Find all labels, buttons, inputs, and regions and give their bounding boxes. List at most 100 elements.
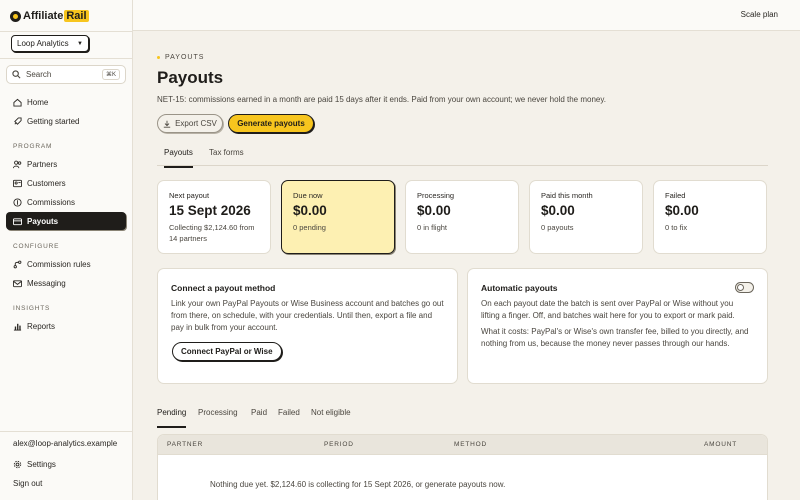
id-card-icon bbox=[13, 179, 22, 187]
column-header-amount[interactable]: AMOUNT bbox=[704, 441, 737, 448]
plan-label[interactable]: Scale plan bbox=[741, 10, 778, 19]
stat-card-paid-this-month[interactable]: Paid this month $0.00 0 payouts bbox=[529, 180, 643, 254]
tab-paid[interactable]: Paid bbox=[251, 408, 267, 417]
mail-icon bbox=[13, 279, 22, 287]
column-header-partner[interactable]: PARTNER bbox=[167, 441, 203, 448]
stat-sub: 0 pending bbox=[293, 223, 326, 232]
connect-paypal-wise-button[interactable]: Connect PayPal or Wise bbox=[172, 342, 282, 361]
section-label-insights: INSIGHTS bbox=[13, 305, 51, 312]
chart-icon bbox=[13, 323, 22, 331]
stat-value: 15 Sept 2026 bbox=[169, 203, 251, 218]
export-csv-button[interactable]: Export CSV bbox=[157, 114, 223, 133]
section-label-program: PROGRAM bbox=[13, 143, 53, 150]
payouts-table: PARTNER PERIOD METHOD AMOUNT Nothing due… bbox=[157, 434, 768, 500]
workspace-name: Loop Analytics bbox=[17, 39, 69, 48]
status-tabs: Pending Processing Paid Failed Not eligi… bbox=[157, 404, 768, 428]
connect-button-label: Connect PayPal or Wise bbox=[181, 347, 273, 356]
stat-label: Failed bbox=[665, 191, 686, 200]
connect-body: Link your own PayPal Payouts or Wise Bus… bbox=[171, 299, 444, 332]
stat-card-failed[interactable]: Failed $0.00 0 to fix bbox=[653, 180, 767, 254]
logo-text-left: Affiliate bbox=[23, 10, 64, 22]
sidebar-item-home[interactable]: Home bbox=[6, 93, 126, 111]
auto-title: Automatic payouts bbox=[481, 283, 558, 293]
sign-out-link[interactable]: Sign out bbox=[6, 474, 126, 492]
user-email: alex@loop-analytics.example bbox=[13, 439, 118, 448]
stat-sub: Collecting $2,124.60 from 14 partners bbox=[169, 223, 255, 243]
stat-value: $0.00 bbox=[541, 203, 575, 218]
home-icon bbox=[13, 98, 22, 107]
table-header: PARTNER PERIOD METHOD AMOUNT bbox=[158, 435, 767, 455]
sign-out-label: Sign out bbox=[13, 478, 43, 488]
stat-sub: 0 in flight bbox=[417, 223, 448, 232]
sidebar-item-label: Messaging bbox=[27, 278, 66, 288]
breadcrumb-dot-icon bbox=[157, 56, 160, 59]
wallet-icon bbox=[13, 217, 22, 225]
workspace-switcher[interactable]: Loop Analytics ▼ bbox=[11, 35, 89, 52]
search-icon bbox=[12, 70, 21, 79]
settings-link[interactable]: Settings bbox=[6, 455, 126, 473]
logo-text-right: Rail bbox=[64, 10, 89, 22]
sidebar-item-label: Reports bbox=[27, 321, 56, 331]
stat-label: Paid this month bbox=[541, 191, 593, 200]
column-header-method[interactable]: METHOD bbox=[454, 441, 487, 448]
stat-label: Processing bbox=[417, 191, 455, 200]
stat-sub: 0 payouts bbox=[541, 223, 574, 232]
stat-card-processing[interactable]: Processing $0.00 0 in flight bbox=[405, 180, 519, 254]
sidebar-item-payouts[interactable]: Payouts bbox=[6, 212, 126, 230]
tab-pending[interactable]: Pending bbox=[157, 408, 187, 428]
logo-mark-icon bbox=[10, 10, 21, 22]
app-logo[interactable]: Affiliate Rail bbox=[10, 9, 89, 23]
sidebar-item-commission-rules[interactable]: Commission rules bbox=[6, 255, 126, 273]
tab-not-eligible[interactable]: Not eligible bbox=[311, 408, 351, 417]
tab-tax-forms[interactable]: Tax forms bbox=[209, 148, 244, 157]
coin-icon bbox=[13, 197, 22, 207]
stat-value: $0.00 bbox=[293, 203, 327, 218]
sidebar-item-label: Commissions bbox=[27, 197, 76, 207]
tab-payouts[interactable]: Payouts bbox=[164, 148, 193, 168]
sidebar-item-partners[interactable]: Partners bbox=[6, 155, 126, 173]
search-input[interactable]: Search ⌘K bbox=[6, 65, 126, 84]
stat-card-next-payout: Next payout 15 Sept 2026 Collecting $2,1… bbox=[157, 180, 271, 254]
breadcrumb-text: PAYOUTS bbox=[165, 54, 205, 61]
section-label-configure: CONFIGURE bbox=[13, 243, 60, 250]
breadcrumb: PAYOUTS bbox=[157, 54, 204, 61]
sidebar-item-customers[interactable]: Customers bbox=[6, 174, 126, 192]
users-icon bbox=[13, 160, 22, 168]
connect-title: Connect a payout method bbox=[171, 283, 276, 293]
sidebar-item-label: Partners bbox=[27, 159, 58, 169]
auto-payouts-toggle[interactable] bbox=[735, 282, 754, 293]
automatic-payouts-panel: Automatic payouts On each payout date th… bbox=[467, 268, 768, 384]
search-label: Search bbox=[26, 70, 52, 79]
sidebar-item-label: Payouts bbox=[27, 216, 59, 226]
stat-sub: 0 to fix bbox=[665, 223, 688, 232]
sidebar: Affiliate Rail Loop Analytics ▼ Search ⌘K… bbox=[0, 0, 133, 500]
search-shortcut: ⌘K bbox=[101, 69, 120, 80]
stat-card-due-now[interactable]: Due now $0.00 0 pending bbox=[281, 180, 395, 254]
sidebar-divider bbox=[0, 431, 133, 432]
toggle-knob bbox=[737, 284, 744, 291]
generate-payouts-button[interactable]: Generate payouts bbox=[228, 114, 314, 133]
chevron-down-icon: ▼ bbox=[77, 40, 83, 47]
sidebar-item-label: Customers bbox=[27, 178, 66, 188]
sidebar-item-reports[interactable]: Reports bbox=[6, 317, 126, 335]
sidebar-item-label: Commission rules bbox=[27, 259, 91, 269]
sidebar-item-messaging[interactable]: Messaging bbox=[6, 274, 126, 292]
download-icon bbox=[163, 120, 171, 128]
stat-value: $0.00 bbox=[417, 203, 451, 218]
stat-value: $0.00 bbox=[665, 203, 699, 218]
tab-failed[interactable]: Failed bbox=[278, 408, 300, 417]
page-subtitle: NET-15: commissions earned in a month ar… bbox=[157, 95, 606, 104]
sidebar-item-commissions[interactable]: Commissions bbox=[6, 193, 126, 211]
column-header-period[interactable]: PERIOD bbox=[324, 441, 354, 448]
auto-body: On each payout date the batch is sent ov… bbox=[481, 299, 735, 320]
page-tabs: Payouts Tax forms bbox=[157, 144, 768, 168]
tab-processing[interactable]: Processing bbox=[198, 408, 238, 417]
generate-payouts-label: Generate payouts bbox=[237, 119, 305, 128]
sidebar-item-label: Home bbox=[27, 97, 49, 107]
sidebar-item-getting-started[interactable]: Getting started bbox=[6, 112, 126, 130]
top-bar: Scale plan bbox=[133, 0, 800, 31]
sidebar-divider bbox=[0, 58, 133, 59]
sidebar-item-label: Getting started bbox=[27, 116, 80, 126]
stat-label: Due now bbox=[293, 191, 323, 200]
export-csv-label: Export CSV bbox=[175, 119, 217, 128]
